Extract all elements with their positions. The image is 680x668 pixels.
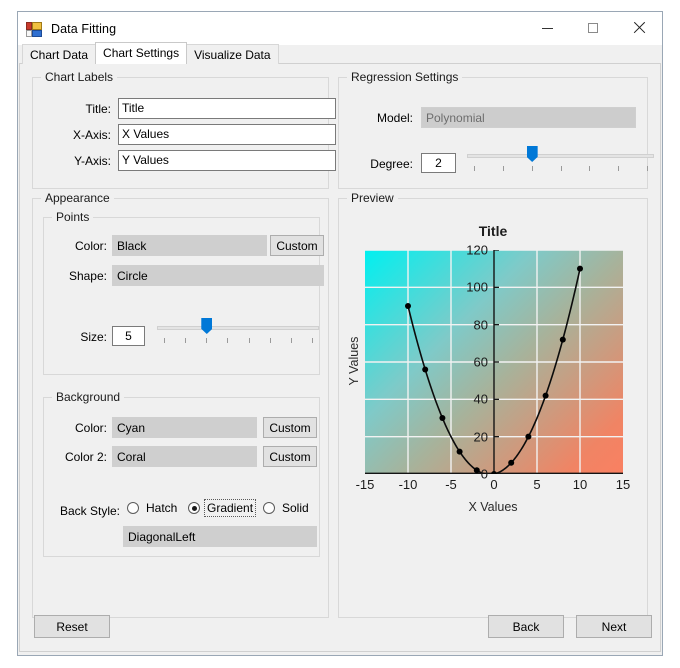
back-style-radio-gradient[interactable]: Gradient — [188, 499, 257, 517]
points-size-slider[interactable] — [157, 316, 319, 346]
model-select[interactable]: Polynomial — [421, 107, 636, 128]
x-axis-field-label: X-Axis: — [72, 128, 111, 142]
points-color-select[interactable]: Black — [112, 235, 267, 256]
degree-input[interactable]: 2 — [421, 153, 456, 173]
group-points-label: Points — [52, 210, 94, 224]
back-button[interactable]: Back — [488, 615, 564, 638]
points-shape-select[interactable]: Circle — [112, 265, 324, 286]
points-size-input[interactable]: 5 — [112, 326, 145, 346]
y-axis-field-label: Y-Axis: — [74, 154, 111, 168]
tab-strip: Chart Data Chart Settings Visualize Data — [19, 42, 661, 64]
group-regression-settings-label: Regression Settings — [347, 70, 463, 84]
group-chart-labels: Chart Labels Title: Title X-Axis: X Valu… — [32, 70, 336, 189]
points-shape-label: Shape: — [68, 269, 107, 283]
degree-field-label: Degree: — [370, 157, 413, 171]
background-color-select[interactable]: Cyan — [112, 417, 257, 438]
back-style-radio-solid-label: Solid — [282, 501, 309, 515]
points-color-label: Color: — [74, 239, 107, 253]
x-axis-title: X Values — [468, 500, 518, 514]
tab-visualize-data[interactable]: Visualize Data — [186, 44, 279, 64]
points-size-slider-ticks — [157, 338, 319, 344]
group-preview: Preview Title -15 -10 -5 0 5 10 15 0 20 40 60 80 10… — [338, 191, 648, 618]
tab-chart-settings[interactable]: Chart Settings — [95, 42, 188, 64]
background-color2-label: Color 2: — [64, 450, 107, 464]
group-regression-settings: Regression Settings Model: Polynomial De… — [338, 70, 654, 189]
group-background-label: Background — [52, 390, 125, 404]
y-axis-title: Y Values — [347, 336, 361, 386]
group-background: Background Color: Cyan Custom Color 2: C… — [43, 390, 320, 557]
maximize-button[interactable] — [570, 12, 616, 44]
gradient-mode-select[interactable]: DiagonalLeft — [123, 526, 317, 547]
y-tick-label: 0 — [480, 466, 488, 482]
title-input[interactable]: Title — [118, 98, 336, 119]
group-appearance-label: Appearance — [41, 191, 114, 205]
y-tick-label: 120 — [466, 242, 488, 258]
footer-bar: Reset Back Next — [20, 595, 660, 651]
next-button[interactable]: Next — [576, 615, 652, 638]
chart-preview: Title -15 -10 -5 0 5 10 15 0 20 40 60 80 100 120 X V… — [339, 199, 647, 617]
degree-slider-thumb[interactable] — [526, 146, 538, 162]
back-style-label: Back Style: — [59, 504, 120, 518]
tab-chart-data[interactable]: Chart Data — [22, 44, 97, 64]
app-window: Data Fitting Chart Data Chart Settings V… — [17, 11, 663, 656]
y-axis-input[interactable]: Y Values — [118, 150, 336, 171]
y-tick-label: 40 — [473, 391, 488, 407]
window-title: Data Fitting — [51, 21, 117, 36]
background-color2-select[interactable]: Coral — [112, 446, 257, 467]
radio-mark — [127, 502, 139, 514]
tab-page-chart-settings: Chart Labels Title: Title X-Axis: X Valu… — [19, 64, 661, 652]
window-controls — [524, 12, 662, 44]
back-style-radio-gradient-label: Gradient — [203, 499, 257, 517]
group-appearance: Appearance Points Color: Black Custom Sh… — [32, 191, 329, 618]
radio-mark — [188, 502, 200, 514]
minimize-icon — [541, 27, 553, 29]
group-chart-labels-label: Chart Labels — [41, 70, 118, 84]
degree-slider[interactable] — [467, 144, 654, 174]
degree-slider-ticks — [467, 166, 654, 172]
title-bar: Data Fitting — [18, 12, 662, 45]
model-field-label: Model: — [376, 111, 413, 125]
background-color-custom-button[interactable]: Custom — [263, 417, 317, 438]
close-button[interactable] — [616, 12, 662, 44]
y-tick-label: 80 — [473, 317, 488, 333]
background-color-label: Color: — [74, 421, 107, 435]
y-tick-label: 100 — [466, 279, 488, 295]
y-tick-label: 60 — [473, 354, 488, 370]
back-style-radio-solid[interactable]: Solid — [263, 500, 311, 516]
maximize-icon — [588, 23, 598, 33]
close-icon — [633, 22, 645, 34]
points-size-label: Size: — [80, 330, 107, 344]
points-color-custom-button[interactable]: Custom — [270, 235, 324, 256]
winforms-app-icon — [26, 21, 42, 37]
points-size-slider-thumb[interactable] — [201, 318, 213, 334]
y-tick-label: 20 — [473, 429, 488, 445]
points-size-slider-track[interactable] — [157, 326, 319, 330]
title-field-label: Title: — [85, 102, 111, 116]
back-style-radio-hatch-label: Hatch — [146, 501, 178, 515]
reset-button[interactable]: Reset — [34, 615, 110, 638]
degree-slider-track[interactable] — [467, 154, 654, 158]
back-style-radio-hatch[interactable]: Hatch — [127, 500, 179, 516]
background-color2-custom-button[interactable]: Custom — [263, 446, 317, 467]
y-tick-labels: 0 20 40 60 80 100 120 — [339, 199, 649, 619]
x-axis-input[interactable]: X Values — [118, 124, 336, 145]
radio-mark — [263, 502, 275, 514]
minimize-button[interactable] — [524, 12, 570, 44]
group-points: Points Color: Black Custom Shape: Circle… — [43, 210, 324, 375]
